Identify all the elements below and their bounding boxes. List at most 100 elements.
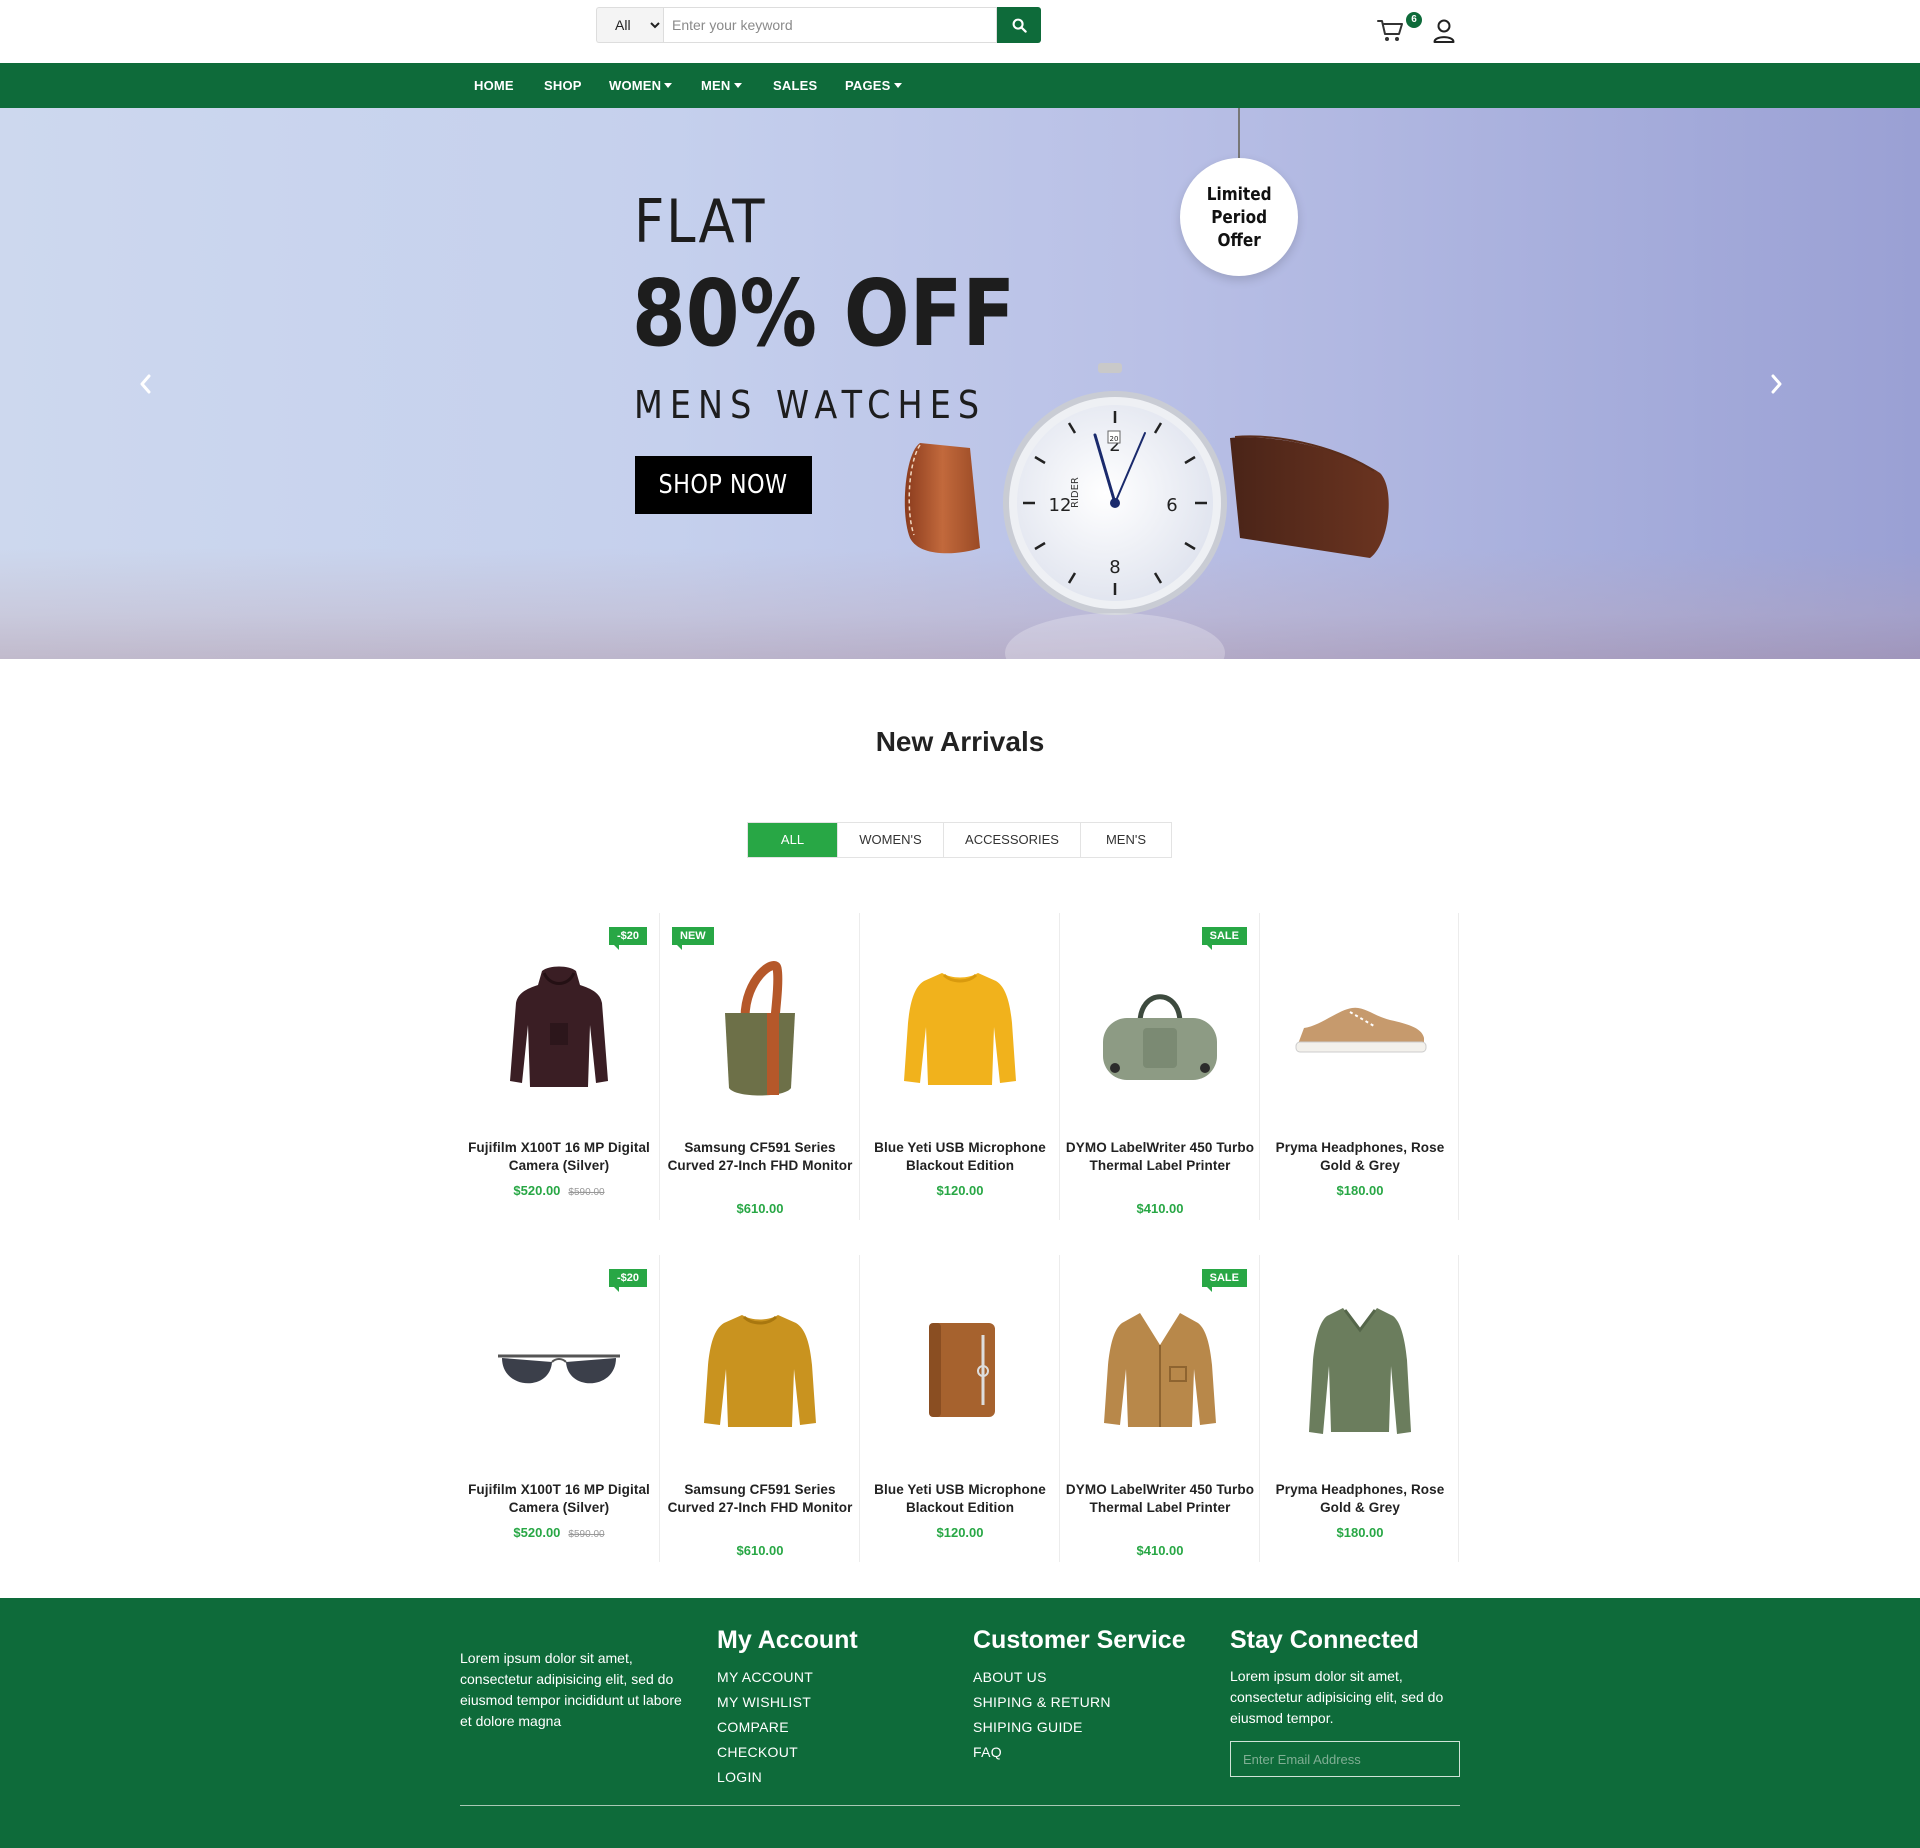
newsletter-email-input[interactable] bbox=[1230, 1741, 1460, 1777]
caret-down-icon bbox=[733, 83, 742, 89]
svg-text:12: 12 bbox=[1049, 495, 1072, 516]
tab-mens[interactable]: MEN'S bbox=[1081, 823, 1171, 857]
nav-item-men[interactable]: MEN bbox=[701, 63, 742, 108]
nav-label: WOMEN bbox=[609, 78, 662, 93]
nav-label: HOME bbox=[474, 78, 514, 93]
nav-label: MEN bbox=[701, 78, 731, 93]
product-price: $180.00 bbox=[1260, 1183, 1460, 1198]
product-card[interactable]: Blue Yeti USB Microphone Blackout Editio… bbox=[859, 913, 1059, 1220]
product-card[interactable]: Pryma Headphones, Rose Gold & Grey $180.… bbox=[1259, 913, 1459, 1220]
footer-link-compare[interactable]: COMPARE bbox=[717, 1718, 813, 1743]
product-title[interactable]: Pryma Headphones, Rose Gold & Grey bbox=[1265, 1139, 1455, 1175]
carousel-next-arrow-icon[interactable] bbox=[1766, 372, 1786, 396]
footer-link-shipping-return[interactable]: SHIPING & RETURN bbox=[973, 1693, 1111, 1718]
footer-link-my-account[interactable]: MY ACCOUNT bbox=[717, 1668, 813, 1693]
footer-link-about-us[interactable]: ABOUT US bbox=[973, 1668, 1111, 1693]
site-footer: Lorem ipsum dolor sit amet, consectetur … bbox=[0, 1598, 1920, 1848]
current-price: $120.00 bbox=[936, 1183, 984, 1198]
carousel-prev-arrow-icon[interactable] bbox=[136, 372, 156, 396]
svg-text:8: 8 bbox=[1109, 557, 1120, 578]
product-price: $120.00 bbox=[860, 1183, 1060, 1198]
product-title[interactable]: DYMO LabelWriter 450 Turbo Thermal Label… bbox=[1065, 1481, 1255, 1517]
product-title[interactable]: Samsung CF591 Series Curved 27-Inch FHD … bbox=[665, 1481, 855, 1517]
product-title[interactable]: Fujifilm X100T 16 MP Digital Camera (Sil… bbox=[464, 1139, 654, 1175]
footer-customer-service-title: Customer Service bbox=[973, 1626, 1186, 1654]
duffel-bag-image bbox=[1085, 948, 1235, 1108]
product-price: $410.00 bbox=[1060, 1201, 1260, 1216]
current-price: $410.00 bbox=[1136, 1543, 1184, 1558]
limited-offer-badge: Limited Period Offer bbox=[1180, 158, 1298, 276]
nav-label: SALES bbox=[773, 78, 818, 93]
search-category-select[interactable]: All bbox=[596, 7, 663, 43]
sneaker-image bbox=[1285, 948, 1435, 1108]
footer-link-shipping-guide[interactable]: SHIPING GUIDE bbox=[973, 1718, 1111, 1743]
product-title[interactable]: Samsung CF591 Series Curved 27-Inch FHD … bbox=[665, 1139, 855, 1175]
tab-all[interactable]: ALL bbox=[748, 823, 838, 857]
sunglasses-image bbox=[484, 1290, 634, 1450]
hero-subtitle: MENS WATCHES bbox=[634, 383, 987, 427]
limited-offer-text: Limited Period Offer bbox=[1206, 183, 1272, 251]
product-price: $610.00 bbox=[660, 1543, 860, 1558]
watch-brand-text: RIDER bbox=[1070, 477, 1081, 508]
product-card[interactable]: Blue Yeti USB Microphone Blackout Editio… bbox=[859, 1255, 1059, 1562]
old-price: $590.00 bbox=[568, 1187, 605, 1198]
nav-item-sales[interactable]: SALES bbox=[773, 63, 817, 108]
leather-notebook-image bbox=[885, 1290, 1035, 1450]
current-price: $410.00 bbox=[1136, 1201, 1184, 1216]
nav-item-pages[interactable]: PAGES bbox=[845, 63, 902, 108]
search-input[interactable] bbox=[663, 7, 997, 43]
discount-tag: -$20 bbox=[608, 1269, 647, 1292]
current-price: $180.00 bbox=[1336, 1525, 1384, 1540]
watch-date-text: 20 bbox=[1110, 435, 1119, 443]
tab-womens[interactable]: WOMEN'S bbox=[838, 823, 944, 857]
product-card[interactable]: -$20 Fujifilm X100T 16 MP Digital Camera… bbox=[459, 1255, 659, 1562]
tab-accessories[interactable]: ACCESSORIES bbox=[944, 823, 1081, 857]
product-price: $180.00 bbox=[1260, 1525, 1460, 1540]
product-card[interactable]: SALE DYMO LabelWriter 450 Turbo Thermal … bbox=[1059, 913, 1259, 1220]
hero-flat-text: FLAT bbox=[634, 187, 767, 257]
caret-down-icon bbox=[664, 83, 673, 89]
product-card[interactable]: -$20 Fujifilm X100T 16 MP Digital Camera… bbox=[459, 913, 659, 1220]
arrivals-filter-tabs: ALL WOMEN'S ACCESSORIES MEN'S bbox=[747, 822, 1172, 858]
yellow-sweater-image bbox=[885, 948, 1035, 1108]
search-button[interactable] bbox=[997, 7, 1041, 43]
product-card[interactable]: Samsung CF591 Series Curved 27-Inch FHD … bbox=[659, 1255, 859, 1562]
product-title[interactable]: Blue Yeti USB Microphone Blackout Editio… bbox=[865, 1481, 1055, 1517]
footer-customer-service-links: ABOUT US SHIPING & RETURN SHIPING GUIDE … bbox=[973, 1668, 1111, 1768]
footer-link-my-wishlist[interactable]: MY WISHLIST bbox=[717, 1693, 813, 1718]
footer-divider bbox=[460, 1805, 1460, 1806]
footer-about-text: Lorem ipsum dolor sit amet, consectetur … bbox=[460, 1650, 682, 1729]
nav-item-women[interactable]: WOMEN bbox=[609, 63, 673, 108]
top-bar: All 6 bbox=[0, 0, 1920, 63]
sale-tag: SALE bbox=[1201, 927, 1247, 950]
current-price: $520.00 bbox=[513, 1183, 561, 1198]
product-title[interactable]: Blue Yeti USB Microphone Blackout Editio… bbox=[865, 1139, 1055, 1175]
product-card[interactable]: SALE DYMO LabelWriter 450 Turbo Thermal … bbox=[1059, 1255, 1259, 1562]
search-bar: All bbox=[596, 7, 1043, 43]
nav-label: SHOP bbox=[544, 78, 582, 93]
product-card[interactable]: Pryma Headphones, Rose Gold & Grey $180.… bbox=[1259, 1255, 1459, 1562]
shop-now-button[interactable]: SHOP NOW bbox=[635, 456, 812, 514]
shop-now-label: SHOP NOW bbox=[658, 470, 789, 500]
footer-link-faq[interactable]: FAQ bbox=[973, 1743, 1111, 1768]
user-account-icon[interactable] bbox=[1432, 18, 1456, 44]
product-title[interactable]: Pryma Headphones, Rose Gold & Grey bbox=[1265, 1481, 1455, 1517]
product-price: $120.00 bbox=[860, 1525, 1060, 1540]
main-navigation: HOME SHOP WOMEN MEN SALES PAGES bbox=[0, 63, 1920, 108]
footer-link-checkout[interactable]: CHECKOUT bbox=[717, 1743, 813, 1768]
badge-hanging-string bbox=[1238, 108, 1240, 160]
green-sweater-image bbox=[1285, 1290, 1435, 1450]
nav-item-shop[interactable]: SHOP bbox=[544, 63, 582, 108]
footer-link-login[interactable]: LOGIN bbox=[717, 1768, 813, 1793]
tote-bag-image bbox=[685, 948, 835, 1108]
product-title[interactable]: DYMO LabelWriter 450 Turbo Thermal Label… bbox=[1065, 1139, 1255, 1175]
hero-discount-text: 80% OFF bbox=[632, 260, 1016, 367]
new-tag: NEW bbox=[672, 927, 714, 950]
product-card[interactable]: NEW Samsung CF591 Series Curved 27-Inch … bbox=[659, 913, 859, 1220]
product-title[interactable]: Fujifilm X100T 16 MP Digital Camera (Sil… bbox=[464, 1481, 654, 1517]
nav-item-home[interactable]: HOME bbox=[474, 63, 514, 108]
product-price: $520.00 $590.00 bbox=[459, 1525, 659, 1540]
cart-icon[interactable] bbox=[1376, 16, 1406, 44]
current-price: $610.00 bbox=[736, 1543, 784, 1558]
discount-tag: -$20 bbox=[608, 927, 647, 950]
